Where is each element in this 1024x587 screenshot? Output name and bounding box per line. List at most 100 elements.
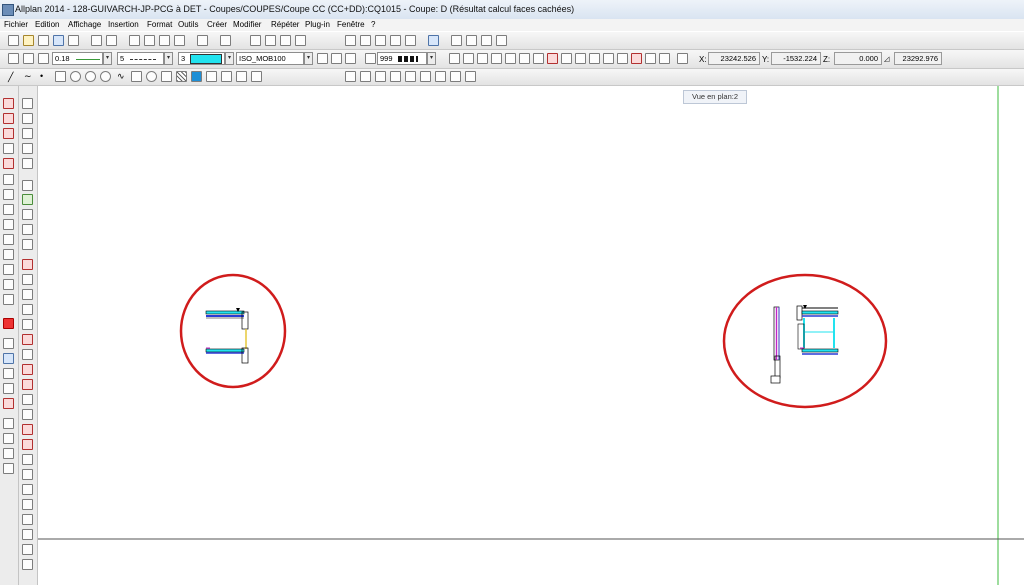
- sigma-icon[interactable]: [22, 209, 33, 220]
- dimension-tool-icon[interactable]: [236, 71, 247, 82]
- palette2-icon-31[interactable]: [22, 559, 33, 570]
- cross-circle-icon[interactable]: [146, 71, 157, 82]
- fileset-icon[interactable]: [360, 35, 371, 46]
- plot-icon[interactable]: [106, 35, 117, 46]
- globe-icon[interactable]: [428, 35, 439, 46]
- tool-icon-11[interactable]: [3, 249, 14, 260]
- redo-icon[interactable]: [220, 35, 231, 46]
- zoom-icon[interactable]: [451, 35, 462, 46]
- view-icon-16[interactable]: [659, 53, 670, 64]
- delete-x-icon[interactable]: [3, 318, 14, 329]
- undo-icon[interactable]: [197, 35, 208, 46]
- tool-icon-10[interactable]: [3, 234, 14, 245]
- track-icon[interactable]: [280, 35, 291, 46]
- symbol-tool-icon[interactable]: [251, 71, 262, 82]
- layer-icon[interactable]: [375, 35, 386, 46]
- new-file-icon[interactable]: [8, 35, 19, 46]
- view-icon-17[interactable]: [677, 53, 688, 64]
- arc-tool-icon[interactable]: [100, 71, 111, 82]
- properties-icon[interactable]: [481, 35, 492, 46]
- palette2-icon-3[interactable]: [22, 128, 33, 139]
- line-type-dropdown-arrow[interactable]: ▾: [164, 52, 173, 65]
- parallel-icon[interactable]: [345, 71, 356, 82]
- cross-point-icon[interactable]: [435, 71, 446, 82]
- menu-creer[interactable]: Créer: [207, 20, 227, 29]
- palette2-icon-26[interactable]: [22, 484, 33, 495]
- hatch-tool-icon[interactable]: [176, 71, 187, 82]
- line-type-select[interactable]: 5: [117, 52, 164, 65]
- tool-icon-8[interactable]: [3, 204, 14, 215]
- tool-icon-5[interactable]: [3, 158, 14, 169]
- menu-help[interactable]: ?: [371, 20, 375, 29]
- view-icon-15[interactable]: [645, 53, 656, 64]
- lightbulb-icon[interactable]: [331, 53, 342, 64]
- palette2-icon-24[interactable]: [22, 454, 33, 465]
- palette2-icon-28[interactable]: [22, 514, 33, 525]
- ellipse-tool-icon[interactable]: [85, 71, 96, 82]
- 3d-box-icon[interactable]: [405, 35, 416, 46]
- text-a-icon[interactable]: [3, 353, 14, 364]
- menu-modifier[interactable]: Modifier: [233, 20, 261, 29]
- tool-icon-9[interactable]: [3, 219, 14, 230]
- grid-icon[interactable]: [450, 71, 461, 82]
- pencil-icon[interactable]: [38, 53, 49, 64]
- stair-icon[interactable]: [360, 71, 371, 82]
- palette2-icon-17[interactable]: [22, 349, 33, 360]
- palette2-icon-30[interactable]: [22, 544, 33, 555]
- curve-tool-icon[interactable]: ∼: [24, 71, 32, 82]
- palette2-icon-11[interactable]: [22, 259, 33, 270]
- tool-icon-14[interactable]: [3, 294, 14, 305]
- menu-fenetre[interactable]: Fenêtre: [337, 20, 365, 29]
- triangle-icon[interactable]: [390, 71, 401, 82]
- view-icon-14[interactable]: [631, 53, 642, 64]
- menu-repeter[interactable]: Répéter: [271, 20, 299, 29]
- format-painter-icon[interactable]: [174, 35, 185, 46]
- pattern-icon[interactable]: [365, 53, 376, 64]
- tool-icon-6[interactable]: [3, 174, 14, 185]
- palette2-icon-2[interactable]: [22, 113, 33, 124]
- tool-icon-4[interactable]: [3, 143, 14, 154]
- navigator-icon[interactable]: [345, 35, 356, 46]
- open-file-icon[interactable]: [23, 35, 34, 46]
- print-icon[interactable]: [91, 35, 102, 46]
- rotate-tool-icon[interactable]: [161, 71, 172, 82]
- spline-tool-icon[interactable]: ∿: [117, 71, 125, 82]
- section-detail-left[interactable]: [205, 308, 249, 364]
- view-icon-5[interactable]: [505, 53, 516, 64]
- tool-icon-7[interactable]: [3, 189, 14, 200]
- palette2-icon-16[interactable]: [22, 334, 33, 345]
- tool-icon-1[interactable]: [3, 98, 14, 109]
- view-cube-icon[interactable]: [449, 53, 460, 64]
- section-detail-right[interactable]: [770, 305, 839, 384]
- palette2-icon-29[interactable]: [22, 529, 33, 540]
- palette-icon[interactable]: [496, 35, 507, 46]
- palette2-icon-1[interactable]: [22, 98, 33, 109]
- paste-icon[interactable]: [159, 35, 170, 46]
- view-icon-6[interactable]: [519, 53, 530, 64]
- tool-icon-18[interactable]: [3, 368, 14, 379]
- palette2-icon-23[interactable]: [22, 439, 33, 450]
- palette2-icon-27[interactable]: [22, 499, 33, 510]
- palette2-icon-21[interactable]: [22, 409, 33, 420]
- tools-icon[interactable]: [295, 35, 306, 46]
- palette2-icon-5[interactable]: [22, 158, 33, 169]
- coord-icon[interactable]: [465, 71, 476, 82]
- tool-icon-3[interactable]: [3, 128, 14, 139]
- menu-affichage[interactable]: Affichage: [68, 20, 101, 29]
- tool-icon-16[interactable]: [3, 338, 14, 349]
- open-project-icon[interactable]: [38, 35, 49, 46]
- view-icon-2[interactable]: [463, 53, 474, 64]
- layer-select[interactable]: ISO_MOB100: [236, 52, 304, 65]
- eraser-icon[interactable]: [3, 398, 14, 409]
- objects-icon[interactable]: [390, 35, 401, 46]
- tool-icon-13[interactable]: [3, 279, 14, 290]
- palette2-icon-4[interactable]: [22, 143, 33, 154]
- menu-format[interactable]: Format: [147, 20, 172, 29]
- pattern-select[interactable]: 999: [377, 52, 427, 65]
- palette2-icon-9[interactable]: [22, 224, 33, 235]
- drawing-canvas[interactable]: [38, 86, 1024, 585]
- tool-icon-21[interactable]: [3, 418, 14, 429]
- eyedropper-icon[interactable]: [23, 53, 34, 64]
- pattern-dropdown-arrow[interactable]: ▾: [427, 52, 436, 65]
- y-coordinate-field[interactable]: -1532.224: [771, 52, 821, 65]
